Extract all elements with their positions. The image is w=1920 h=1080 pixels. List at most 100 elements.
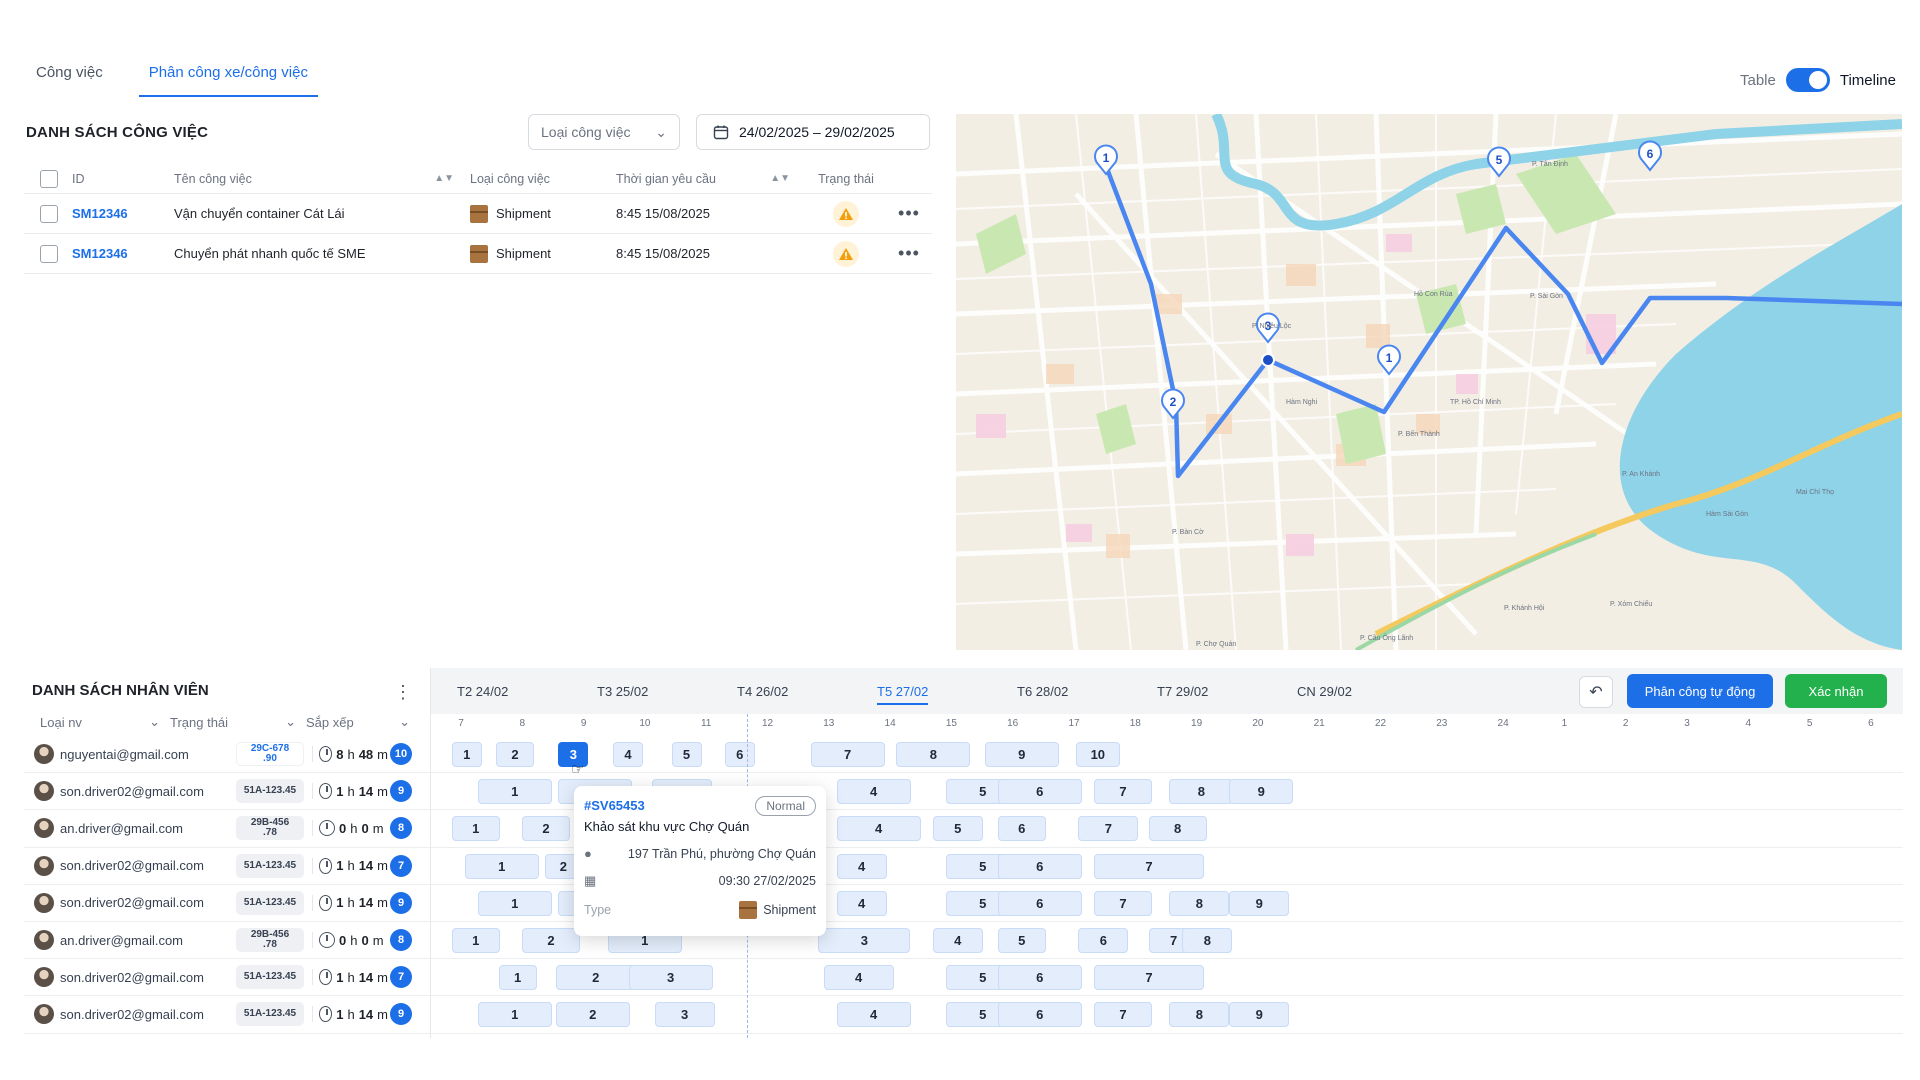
task-block[interactable]: 6: [997, 890, 1082, 916]
task-block[interactable]: 1: [451, 927, 500, 953]
task-block[interactable]: 6: [997, 816, 1046, 842]
task-block[interactable]: 6: [724, 742, 755, 767]
employee-row[interactable]: son.driver02@gmail.com 51A-123.45 1 h 14 m 9: [24, 996, 430, 1034]
task-block[interactable]: 1: [477, 779, 552, 805]
hour-axis: 7 8 9 10 11 12 13 14 15 16 17 18 19 20 21 22 23 24 1 2 3 4 5 6: [431, 718, 1903, 736]
more-vertical-icon[interactable]: ⋮: [394, 682, 412, 703]
task-block[interactable]: 7: [1078, 816, 1139, 842]
task-block[interactable]: 7: [1094, 853, 1204, 879]
task-block[interactable]: 7: [1094, 779, 1152, 805]
more-actions-icon[interactable]: •••: [886, 203, 932, 224]
task-block[interactable]: 9: [984, 742, 1059, 767]
task-block[interactable]: 2: [522, 927, 580, 953]
task-block[interactable]: 1: [451, 742, 482, 767]
filter-status[interactable]: Trạng thái ⌄: [170, 714, 306, 730]
employee-row[interactable]: son.driver02@gmail.com 51A-123.45 1 h 14 m 9: [24, 773, 430, 811]
route-map[interactable]: 1 2 3 1 5 6 P. Tân Định P. Sài Gòn Hồ Co…: [956, 114, 1902, 650]
task-block[interactable]: 7: [810, 742, 885, 767]
task-block[interactable]: 4: [836, 1002, 911, 1028]
confirm-button[interactable]: Xác nhận: [1785, 674, 1887, 708]
employee-row[interactable]: son.driver02@gmail.com 51A-123.45 1 h 14 m 9: [24, 885, 430, 922]
day-tab[interactable]: T6 28/02: [1017, 684, 1068, 699]
task-block[interactable]: 1: [498, 965, 537, 991]
task-block[interactable]: 7: [1094, 890, 1152, 916]
task-block[interactable]: 6: [997, 779, 1082, 805]
table-row[interactable]: SM12346 Vận chuyển container Cát Lái Shi…: [24, 194, 932, 234]
task-block[interactable]: 6: [1078, 927, 1129, 953]
filter-sort[interactable]: Sắp xếp ⌄: [306, 714, 420, 730]
hours-unit: h: [347, 858, 355, 874]
task-block[interactable]: 2: [555, 1002, 630, 1028]
day-tab[interactable]: T4 26/02: [737, 684, 788, 699]
day-tab[interactable]: CN 29/02: [1297, 684, 1352, 699]
day-tab[interactable]: T3 25/02: [597, 684, 648, 699]
task-block[interactable]: 2: [496, 742, 534, 767]
employee-row[interactable]: an.driver@gmail.com 29B-456.78 0 h 0 m 8: [24, 922, 430, 960]
task-block[interactable]: 8: [1182, 927, 1233, 953]
task-block[interactable]: 4: [823, 965, 894, 991]
task-block[interactable]: 5: [671, 742, 702, 767]
task-block[interactable]: 10: [1075, 742, 1120, 767]
task-block[interactable]: 1: [477, 890, 552, 916]
task-block[interactable]: 4: [836, 890, 887, 916]
task-block[interactable]: 1: [464, 853, 539, 879]
task-block[interactable]: 4: [836, 779, 911, 805]
popover-title: Khảo sát khu vực Chợ Quán: [584, 819, 750, 834]
select-all-checkbox[interactable]: [40, 169, 58, 188]
task-block[interactable]: 1: [451, 816, 500, 842]
sort-icon[interactable]: ▲▼: [434, 173, 454, 184]
day-tab[interactable]: T5 27/02: [877, 684, 929, 705]
table-view-label[interactable]: Table: [1740, 72, 1776, 89]
employee-row[interactable]: son.driver02@gmail.com 51A-123.45 1 h 14 m 7: [24, 848, 430, 885]
more-actions-icon[interactable]: •••: [886, 243, 932, 264]
job-id-link[interactable]: SM12346: [72, 206, 174, 221]
task-block[interactable]: 8: [1169, 890, 1230, 916]
undo-button[interactable]: ↶: [1579, 676, 1613, 708]
day-tab[interactable]: T2 24/02: [457, 684, 508, 699]
col-time[interactable]: Thời gian yêu cầu ▲▼: [616, 172, 806, 186]
task-block[interactable]: 7: [1094, 965, 1204, 991]
employee-row[interactable]: son.driver02@gmail.com 51A-123.45 1 h 14 m 7: [24, 959, 430, 997]
auto-assign-button[interactable]: Phân công tự động: [1627, 674, 1773, 708]
task-block[interactable]: 8: [1169, 779, 1234, 805]
task-block[interactable]: 3: [654, 1002, 715, 1028]
job-id-link[interactable]: SM12346: [72, 246, 174, 261]
task-block[interactable]: 9: [1229, 779, 1294, 805]
task-block[interactable]: 9: [1229, 1002, 1290, 1028]
task-block[interactable]: 1: [477, 1002, 552, 1028]
task-block[interactable]: 7: [1094, 1002, 1152, 1028]
task-block[interactable]: 6: [997, 853, 1082, 879]
employee-row[interactable]: an.driver@gmail.com 29B-456.78 0 h 0 m 8: [24, 810, 430, 848]
sort-icon[interactable]: ▲▼: [770, 173, 790, 184]
task-block[interactable]: 9: [1229, 890, 1290, 916]
task-block[interactable]: 5: [997, 927, 1046, 953]
day-tab[interactable]: T7 29/02: [1157, 684, 1208, 699]
tab-vehicle-assignment[interactable]: Phân công xe/công việc: [138, 60, 318, 97]
task-block[interactable]: 8: [1148, 816, 1207, 842]
tab-jobs[interactable]: Công việc: [26, 60, 113, 97]
row-checkbox[interactable]: [40, 244, 58, 263]
date-range-picker[interactable]: 24/02/2025 – 29/02/2025: [696, 114, 930, 150]
task-block[interactable]: 4: [836, 816, 921, 842]
task-block[interactable]: 3: [628, 965, 713, 991]
task-block[interactable]: 8: [896, 742, 971, 767]
job-type-dropdown[interactable]: Loại công việc ⌄: [528, 114, 680, 150]
employee-row[interactable]: nguyentai@gmail.com 29C-678.90 8 h 48 m 10: [24, 736, 430, 774]
task-block[interactable]: 4: [932, 927, 983, 953]
task-block[interactable]: 2: [522, 816, 570, 842]
timeline-view-label[interactable]: Timeline: [1840, 72, 1896, 89]
table-row[interactable]: SM12346 Chuyển phát nhanh quốc tế SME Sh…: [24, 234, 932, 274]
filter-employee-type[interactable]: Loại nv ⌄: [40, 714, 170, 730]
view-switch[interactable]: [1785, 68, 1830, 92]
task-block[interactable]: 4: [836, 853, 887, 879]
task-block[interactable]: 6: [997, 965, 1082, 991]
task-block[interactable]: 8: [1169, 1002, 1230, 1028]
task-block[interactable]: 3: [818, 927, 911, 953]
task-block[interactable]: 6: [997, 1002, 1082, 1028]
task-block[interactable]: 2: [555, 965, 636, 991]
task-block[interactable]: 5: [932, 816, 983, 842]
date-range-value: 24/02/2025 – 29/02/2025: [739, 124, 895, 140]
row-checkbox[interactable]: [40, 204, 58, 223]
task-block[interactable]: 4: [613, 742, 643, 767]
col-name[interactable]: Tên công việc ▲▼: [174, 172, 470, 186]
